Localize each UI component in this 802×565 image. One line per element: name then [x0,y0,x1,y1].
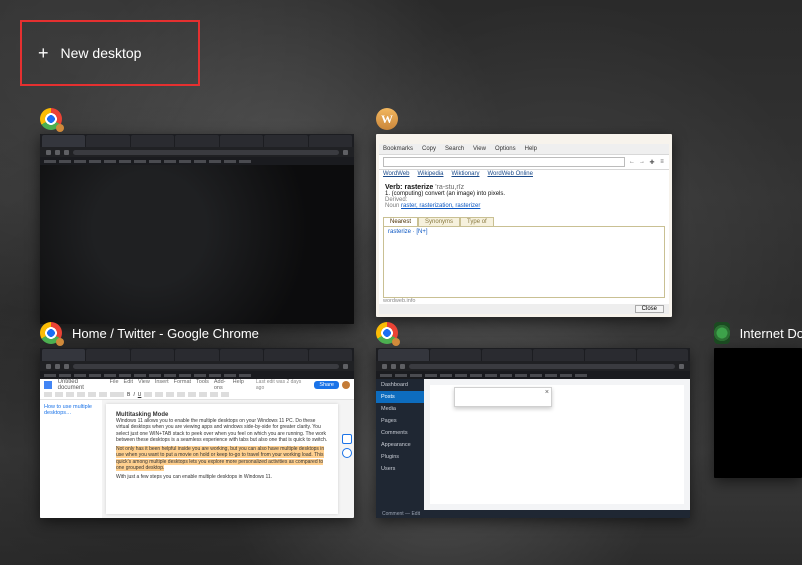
chrome-addressbar [40,147,354,157]
window-thumbnail[interactable] [40,134,354,324]
docs-outline: How to use multiple desktops… [40,400,102,518]
sidebar-item-comments[interactable]: Comments [376,427,424,439]
window-tile-idm[interactable]: Internet Do [714,320,802,478]
chrome-addressbar [40,361,354,371]
docs-logo-icon [44,381,52,389]
sidebar-item-users[interactable]: Users [376,463,424,475]
chrome-bookmarks-row [376,371,690,379]
idm-icon [714,322,730,344]
close-button[interactable]: Close [635,305,664,313]
window-tile-chrome-wordpress[interactable]: Dashboard Posts Media Pages Comments App… [376,320,690,518]
outline-link[interactable]: How to use multiple desktops… [44,404,92,416]
window-tile-wordweb[interactable]: W Bookmarks Copy Search View Options Hel… [376,106,672,317]
nav-plus-icon[interactable]: ✚ [649,159,655,165]
new-desktop-label: New desktop [61,45,142,61]
sidebar-item-posts[interactable]: Posts [376,391,424,403]
window-thumbnail[interactable]: Dashboard Posts Media Pages Comments App… [376,348,690,518]
window-thumbnail[interactable]: Bookmarks Copy Search View Options Help … [376,134,672,317]
sidebar-item-media[interactable]: Media [376,403,424,415]
nav-menu-icon[interactable]: ≡ [659,159,665,165]
plus-icon: + [38,44,49,62]
window-title: Internet Do [740,326,802,341]
chrome-addressbar [376,361,690,371]
wordweb-menu: Bookmarks Copy Search View Options Help [379,144,669,154]
window-tile-chrome-dark[interactable] [40,106,354,324]
wordweb-panel: rasterize · [N+] [383,226,665,298]
window-tile-chrome-docs[interactable]: Home / Twitter - Google Chrome Untitled … [40,320,354,518]
chrome-icon [40,108,62,130]
docs-menus: FileEditViewInsertFormatToolsAdd-onsHelp [110,379,244,391]
chrome-bookmarks-row [40,157,354,165]
nav-back-icon[interactable]: ← [629,159,635,165]
docs-toolbar: Untitled document FileEditViewInsertForm… [40,379,354,400]
wordweb-definition: Verb: rasterize 'ra-stu,rīz 1. (computin… [379,184,669,211]
chrome-tabs-row [376,348,690,361]
wp-sidebar: Dashboard Posts Media Pages Comments App… [376,379,424,510]
wordweb-sources: WordWeb Wikipedia Wiktionary WordWeb Onl… [379,170,669,184]
nav-forward-icon[interactable]: → [639,159,645,165]
avatar[interactable] [342,381,350,389]
share-button[interactable]: Share [314,381,339,389]
add-comment-icon[interactable] [342,448,352,458]
docs-page: Multitasking Mode Windows 11 allows you … [106,404,338,514]
wp-popup[interactable]: × [454,387,552,407]
window-thumbnail[interactable]: Untitled document FileEditViewInsertForm… [40,348,354,518]
sidebar-item-dashboard[interactable]: Dashboard [376,379,424,391]
sidebar-item-plugins[interactable]: Plugins [376,451,424,463]
close-icon[interactable]: × [545,389,549,396]
tab-synonyms[interactable]: Synonyms [418,217,460,226]
sidebar-item-appearance[interactable]: Appearance [376,439,424,451]
wordweb-search-input[interactable] [383,157,625,167]
tab-nearest[interactable]: Nearest [383,217,418,226]
new-desktop-button[interactable]: + New desktop [20,20,200,86]
wp-statusbar: Comment — Edit [376,510,690,518]
wordweb-icon: W [376,108,398,130]
sidebar-item-pages[interactable]: Pages [376,415,424,427]
derived-link[interactable]: raster, rasterization, rasterizer [401,203,480,209]
chrome-icon [376,322,398,344]
window-title: Home / Twitter - Google Chrome [72,326,259,341]
chrome-icon [40,322,62,344]
comment-icon[interactable] [342,434,352,444]
wordweb-tabs: Nearest Synonyms Type of [383,217,665,226]
wordweb-searchbar: ← → ✚ ≡ [379,154,669,170]
chrome-tabs-row [40,348,354,361]
tab-typeof[interactable]: Type of [460,217,494,226]
docs-title[interactable]: Untitled document [58,379,104,391]
chrome-tabs-row [40,134,354,147]
wp-editor-canvas: × [430,385,684,504]
window-thumbnail[interactable] [714,348,802,478]
